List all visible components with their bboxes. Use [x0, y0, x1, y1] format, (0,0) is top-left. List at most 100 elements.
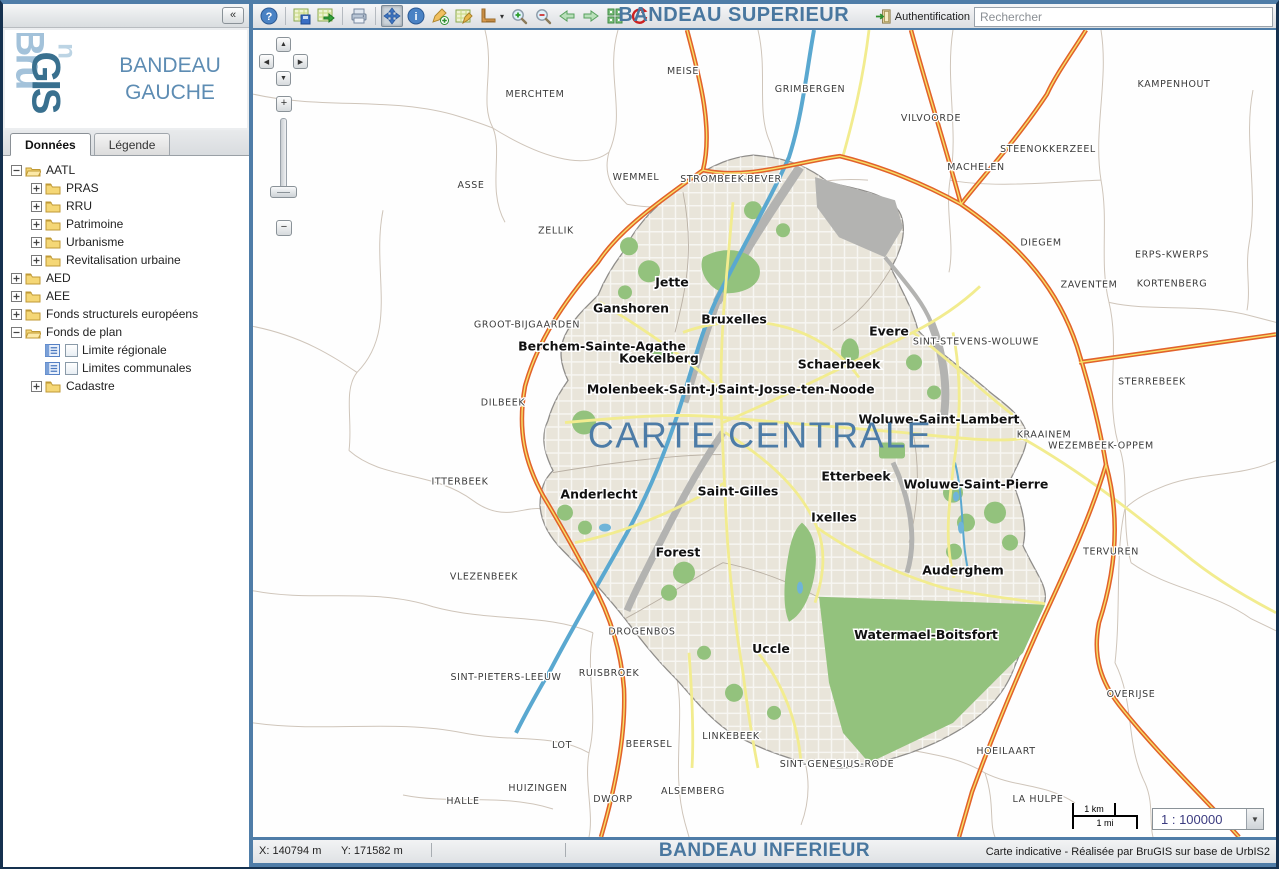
pan-down-button[interactable]: ▼ — [276, 71, 291, 86]
expand-icon[interactable] — [11, 273, 22, 284]
layer-checkbox[interactable] — [65, 362, 78, 375]
tree-item[interactable]: Limites communales — [3, 359, 249, 377]
previous-extent-icon[interactable] — [556, 5, 578, 27]
tree-item-label: Fonds de plan — [46, 325, 122, 339]
login-door-icon — [875, 8, 892, 25]
svg-text:i: i — [414, 11, 417, 23]
zoom-in-button[interactable]: + — [276, 96, 292, 112]
tree-item[interactable]: Fonds de plan — [3, 323, 249, 341]
logo-part-u: u — [48, 46, 79, 59]
layer-checkbox[interactable] — [65, 344, 78, 357]
zoom-out-icon[interactable] — [532, 5, 554, 27]
map-canvas[interactable]: MEISEMERCHTEMGRIMBERGENVILVOORDEKAMPENHO… — [253, 30, 1276, 837]
tab-legende[interactable]: Légende — [94, 133, 171, 155]
tree-item[interactable]: RRU — [3, 197, 249, 215]
map-label: Anderlecht — [560, 487, 637, 502]
map-label: DILBEEK — [481, 397, 526, 408]
map-label: Etterbeek — [821, 469, 891, 484]
chevron-down-icon[interactable]: ▼ — [1246, 809, 1263, 829]
map-label: SINT-PIETERS-LEEUW — [450, 672, 561, 683]
authentification-label: Authentification — [895, 11, 970, 23]
tree-item[interactable]: Limite régionale — [3, 341, 249, 359]
scale-value: 1 : 100000 — [1153, 812, 1246, 827]
statusbar: X: 140794 m Y: 171582 m BANDEAU INFERIEU… — [253, 837, 1276, 867]
map-label: WEMMEL — [613, 172, 660, 183]
map-label: SINT-STEVENS-WOLUWE — [913, 336, 1039, 347]
search-input[interactable] — [974, 7, 1273, 27]
map-label: VILVOORDE — [901, 113, 961, 124]
map-label: SINT-GENESIUS-RODE — [780, 759, 895, 770]
top-banner-title: BANDEAU SUPERIEUR — [618, 4, 849, 27]
map-label: BEERSEL — [626, 739, 673, 750]
expand-icon[interactable] — [31, 201, 42, 212]
help-icon[interactable]: ? — [258, 5, 280, 27]
expand-icon[interactable] — [31, 381, 42, 392]
sidebar-collapse-button[interactable]: « — [222, 7, 244, 24]
pan-icon[interactable] — [381, 5, 403, 27]
tree-item[interactable]: Patrimoine — [3, 215, 249, 233]
zoom-in-icon[interactable] — [508, 5, 530, 27]
folder-icon — [45, 199, 62, 213]
authentification-button[interactable]: Authentification — [875, 8, 970, 25]
tree-item[interactable]: Revitalisation urbaine — [3, 251, 249, 269]
scalebar: 1 km 1 mi — [1072, 803, 1140, 829]
map-label: LA HULPE — [1013, 794, 1064, 805]
caret-down-icon[interactable]: ▾ — [500, 12, 504, 21]
map-label: Watermael-Boitsfort — [854, 627, 998, 642]
map-label: STROMBEEK-BEVER — [680, 174, 782, 185]
zoom-slider-handle[interactable] — [270, 186, 297, 198]
expand-icon[interactable] — [31, 219, 42, 230]
map-label: HOEILAART — [976, 746, 1035, 757]
collapse-icon[interactable] — [11, 327, 22, 338]
sidebar-tabs: DonnéesLégende — [3, 130, 249, 156]
map-label: LINKEBEEK — [702, 731, 760, 742]
map-label: Saint-Gilles — [698, 484, 779, 499]
tree-item-label: AED — [46, 271, 71, 285]
tree-item[interactable]: Cadastre — [3, 377, 249, 395]
expand-icon[interactable] — [31, 255, 42, 266]
measure-icon[interactable] — [477, 5, 499, 27]
tab-donnees[interactable]: Données — [10, 133, 91, 156]
tree-item[interactable]: Urbanisme — [3, 233, 249, 251]
info-icon[interactable]: i — [405, 5, 427, 27]
expand-icon[interactable] — [31, 183, 42, 194]
statusbar-separator — [431, 843, 432, 857]
next-extent-icon[interactable] — [580, 5, 602, 27]
folder-icon — [45, 235, 62, 249]
folder-icon — [25, 271, 42, 285]
expand-icon[interactable] — [11, 309, 22, 320]
expand-icon[interactable] — [31, 237, 42, 248]
save-map-icon[interactable] — [291, 5, 313, 27]
zoom-slider-track[interactable] — [280, 118, 287, 196]
map-credit: Carte indicative - Réalisée par BruGIS s… — [986, 846, 1270, 858]
tree-item-label: PRAS — [66, 181, 99, 195]
map-label: MEISE — [667, 66, 699, 77]
map-label: LOT — [552, 740, 572, 751]
map-label: RUISBROEK — [579, 668, 640, 679]
tree-item[interactable]: PRAS — [3, 179, 249, 197]
edit-map-icon[interactable] — [453, 5, 475, 27]
draw-icon[interactable] — [429, 5, 451, 27]
pan-left-button[interactable]: ◀ — [259, 54, 274, 69]
map-label: WEZEMBEEK-OPPEM — [1048, 441, 1154, 452]
coordinate-x: X: 140794 m — [259, 845, 321, 857]
zoom-out-button[interactable]: − — [276, 220, 292, 236]
tree-item[interactable]: AED — [3, 269, 249, 287]
tree-item[interactable]: Fonds structurels européens — [3, 305, 249, 323]
map-label: KORTENBERG — [1137, 278, 1207, 289]
scale-select[interactable]: 1 : 100000 ▼ — [1152, 808, 1264, 830]
map-label: Koekelberg — [619, 350, 699, 365]
collapse-icon[interactable] — [11, 165, 22, 176]
layer-tree: AATL PRAS RRUPatrimoineUrbanismeRevitalisa… — [3, 156, 249, 867]
pan-up-button[interactable]: ▲ — [276, 37, 291, 52]
tree-item[interactable]: AEE — [3, 287, 249, 305]
tree-item[interactable]: AATL — [3, 161, 249, 179]
svg-text:?: ? — [266, 11, 273, 23]
print-icon[interactable] — [348, 5, 370, 27]
pan-right-button[interactable]: ▶ — [293, 54, 308, 69]
export-map-icon[interactable] — [315, 5, 337, 27]
expand-icon[interactable] — [11, 291, 22, 302]
tree-item-label: AATL — [46, 163, 75, 177]
coordinate-y: Y: 171582 m — [341, 845, 403, 857]
folder-icon — [45, 217, 62, 231]
